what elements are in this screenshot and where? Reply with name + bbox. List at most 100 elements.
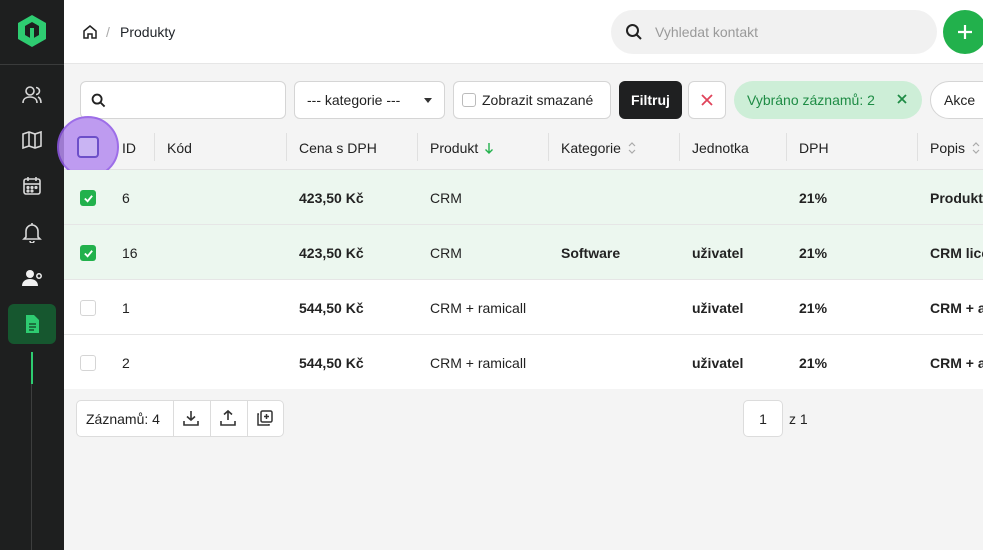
cell-id: 2: [122, 354, 130, 371]
filter-button[interactable]: Filtruj: [619, 81, 682, 119]
search-icon: [626, 24, 642, 40]
cell-cena: 544,50 Kč: [299, 299, 364, 316]
sort-icon: [972, 141, 980, 154]
cell-kategorie: Software: [561, 244, 621, 261]
duplicate-icon[interactable]: [256, 409, 274, 427]
upload-icon[interactable]: [219, 409, 237, 427]
table-search-field[interactable]: [80, 81, 286, 119]
cell-id: 1: [122, 299, 130, 316]
cell-jednotka: uživatel: [692, 244, 744, 261]
selected-records-chip: Vybráno záznamů: 2: [734, 81, 922, 119]
contact-search-input[interactable]: [655, 21, 925, 43]
close-icon: [701, 94, 713, 106]
column-header-cena[interactable]: Cena s DPH: [299, 125, 377, 170]
row-checkbox[interactable]: [80, 245, 96, 261]
sort-icon: [628, 141, 636, 154]
top-bar: / Produkty: [64, 0, 983, 64]
check-icon: [83, 249, 93, 258]
show-deleted-checkbox[interactable]: [462, 93, 476, 107]
contact-search[interactable]: [611, 10, 937, 54]
breadcrumb-current-page: Produkty: [120, 24, 176, 40]
table-footer: Záznamů: 4 1 z 1: [64, 389, 983, 550]
filter-toolbar: --- kategorie --- Zobrazit smazané Filtr…: [64, 65, 983, 125]
column-header-popis-label: Popis: [930, 139, 966, 156]
cell-dph: 21%: [799, 189, 828, 206]
cell-cena: 423,50 Kč: [299, 189, 364, 206]
column-header-produkt-label: Produkt: [430, 139, 479, 156]
cell-id: 6: [122, 189, 130, 206]
sidebar-item-calendar[interactable]: [8, 166, 56, 206]
home-icon[interactable]: [82, 24, 98, 40]
plus-icon: [958, 25, 972, 39]
cell-jednotka: uživatel: [692, 354, 744, 371]
sidebar: [0, 0, 64, 550]
cell-dph: 21%: [799, 244, 828, 261]
sort-down-icon: [485, 142, 494, 154]
users-icon: [22, 86, 42, 104]
table-row[interactable]: 16 423,50 Kč CRM Software uživatel 21% C…: [64, 225, 983, 280]
row-checkbox[interactable]: [80, 300, 96, 316]
table-row[interactable]: 1 544,50 Kč CRM + ramicall uživatel 21% …: [64, 280, 983, 335]
selected-records-label: Vybráno záznamů: 2: [747, 92, 875, 108]
page-total-label: z 1: [789, 410, 808, 427]
column-header-jednotka[interactable]: Jednotka: [692, 125, 749, 170]
category-select-value: --- kategorie ---: [307, 92, 401, 108]
cell-jednotka: uživatel: [692, 299, 744, 316]
cell-dph: 21%: [799, 299, 828, 316]
records-toolbar: Záznamů: 4: [76, 400, 284, 437]
cell-popis: CRM + a: [930, 299, 983, 316]
show-deleted-toggle[interactable]: Zobrazit smazané: [453, 81, 611, 119]
column-header-produkt[interactable]: Produkt: [430, 125, 494, 170]
calendar-icon: [23, 177, 41, 195]
clear-filter-button[interactable]: [688, 81, 726, 119]
cell-produkt: CRM: [430, 189, 462, 206]
sidebar-active-indicator: [31, 352, 33, 384]
table-header: ID Kód Cena s DPH Produkt Kategorie Jedn…: [57, 116, 983, 178]
sidebar-item-notifications[interactable]: [8, 212, 56, 252]
document-icon: [26, 315, 39, 333]
sidebar-tree-line: [31, 384, 32, 550]
app-logo[interactable]: [16, 14, 48, 48]
select-all-checkbox[interactable]: [77, 136, 99, 158]
sidebar-item-products[interactable]: [8, 304, 56, 344]
row-checkbox[interactable]: [80, 190, 96, 206]
table-row[interactable]: 2 544,50 Kč CRM + ramicall uživatel 21% …: [64, 335, 983, 390]
cell-produkt: CRM + ramicall: [430, 299, 527, 316]
row-checkbox[interactable]: [80, 355, 96, 371]
close-icon[interactable]: [895, 92, 909, 106]
page-number-input[interactable]: 1: [743, 400, 783, 437]
search-icon: [91, 93, 106, 108]
cell-popis: Produkt: [930, 189, 983, 206]
cell-popis: CRM + a: [930, 354, 983, 371]
table-row[interactable]: 6 423,50 Kč CRM 21% Produkt: [64, 170, 983, 225]
cell-produkt: CRM + ramicall: [430, 354, 527, 371]
bell-icon: [22, 223, 42, 243]
show-deleted-label: Zobrazit smazané: [482, 92, 594, 108]
check-icon: [83, 194, 93, 203]
column-header-dph[interactable]: DPH: [799, 125, 829, 170]
download-icon[interactable]: [182, 409, 200, 427]
records-count: Záznamů: 4: [86, 410, 160, 427]
actions-button[interactable]: Akce: [930, 81, 983, 119]
cell-cena: 544,50 Kč: [299, 354, 364, 371]
map-icon: [22, 130, 42, 150]
column-header-id[interactable]: ID: [122, 125, 136, 170]
cell-popis: CRM lice: [930, 244, 983, 261]
header-select-all[interactable]: [57, 116, 119, 178]
column-header-kategorie-label: Kategorie: [561, 139, 621, 156]
cell-cena: 423,50 Kč: [299, 244, 364, 261]
add-button[interactable]: [943, 10, 983, 54]
column-header-kod[interactable]: Kód: [167, 125, 192, 170]
cell-produkt: CRM: [430, 244, 462, 261]
category-select[interactable]: --- kategorie ---: [294, 81, 445, 119]
sidebar-divider: [0, 64, 64, 65]
cell-dph: 21%: [799, 354, 828, 371]
sidebar-item-map[interactable]: [8, 120, 56, 160]
user-settings-icon: [22, 270, 42, 286]
breadcrumb-separator: /: [106, 24, 110, 40]
caret-down-icon: [424, 98, 432, 103]
sidebar-item-users[interactable]: [8, 258, 56, 298]
column-header-kategorie[interactable]: Kategorie: [561, 125, 637, 170]
sidebar-item-contacts[interactable]: [8, 75, 56, 115]
column-header-popis[interactable]: Popis: [930, 125, 981, 170]
